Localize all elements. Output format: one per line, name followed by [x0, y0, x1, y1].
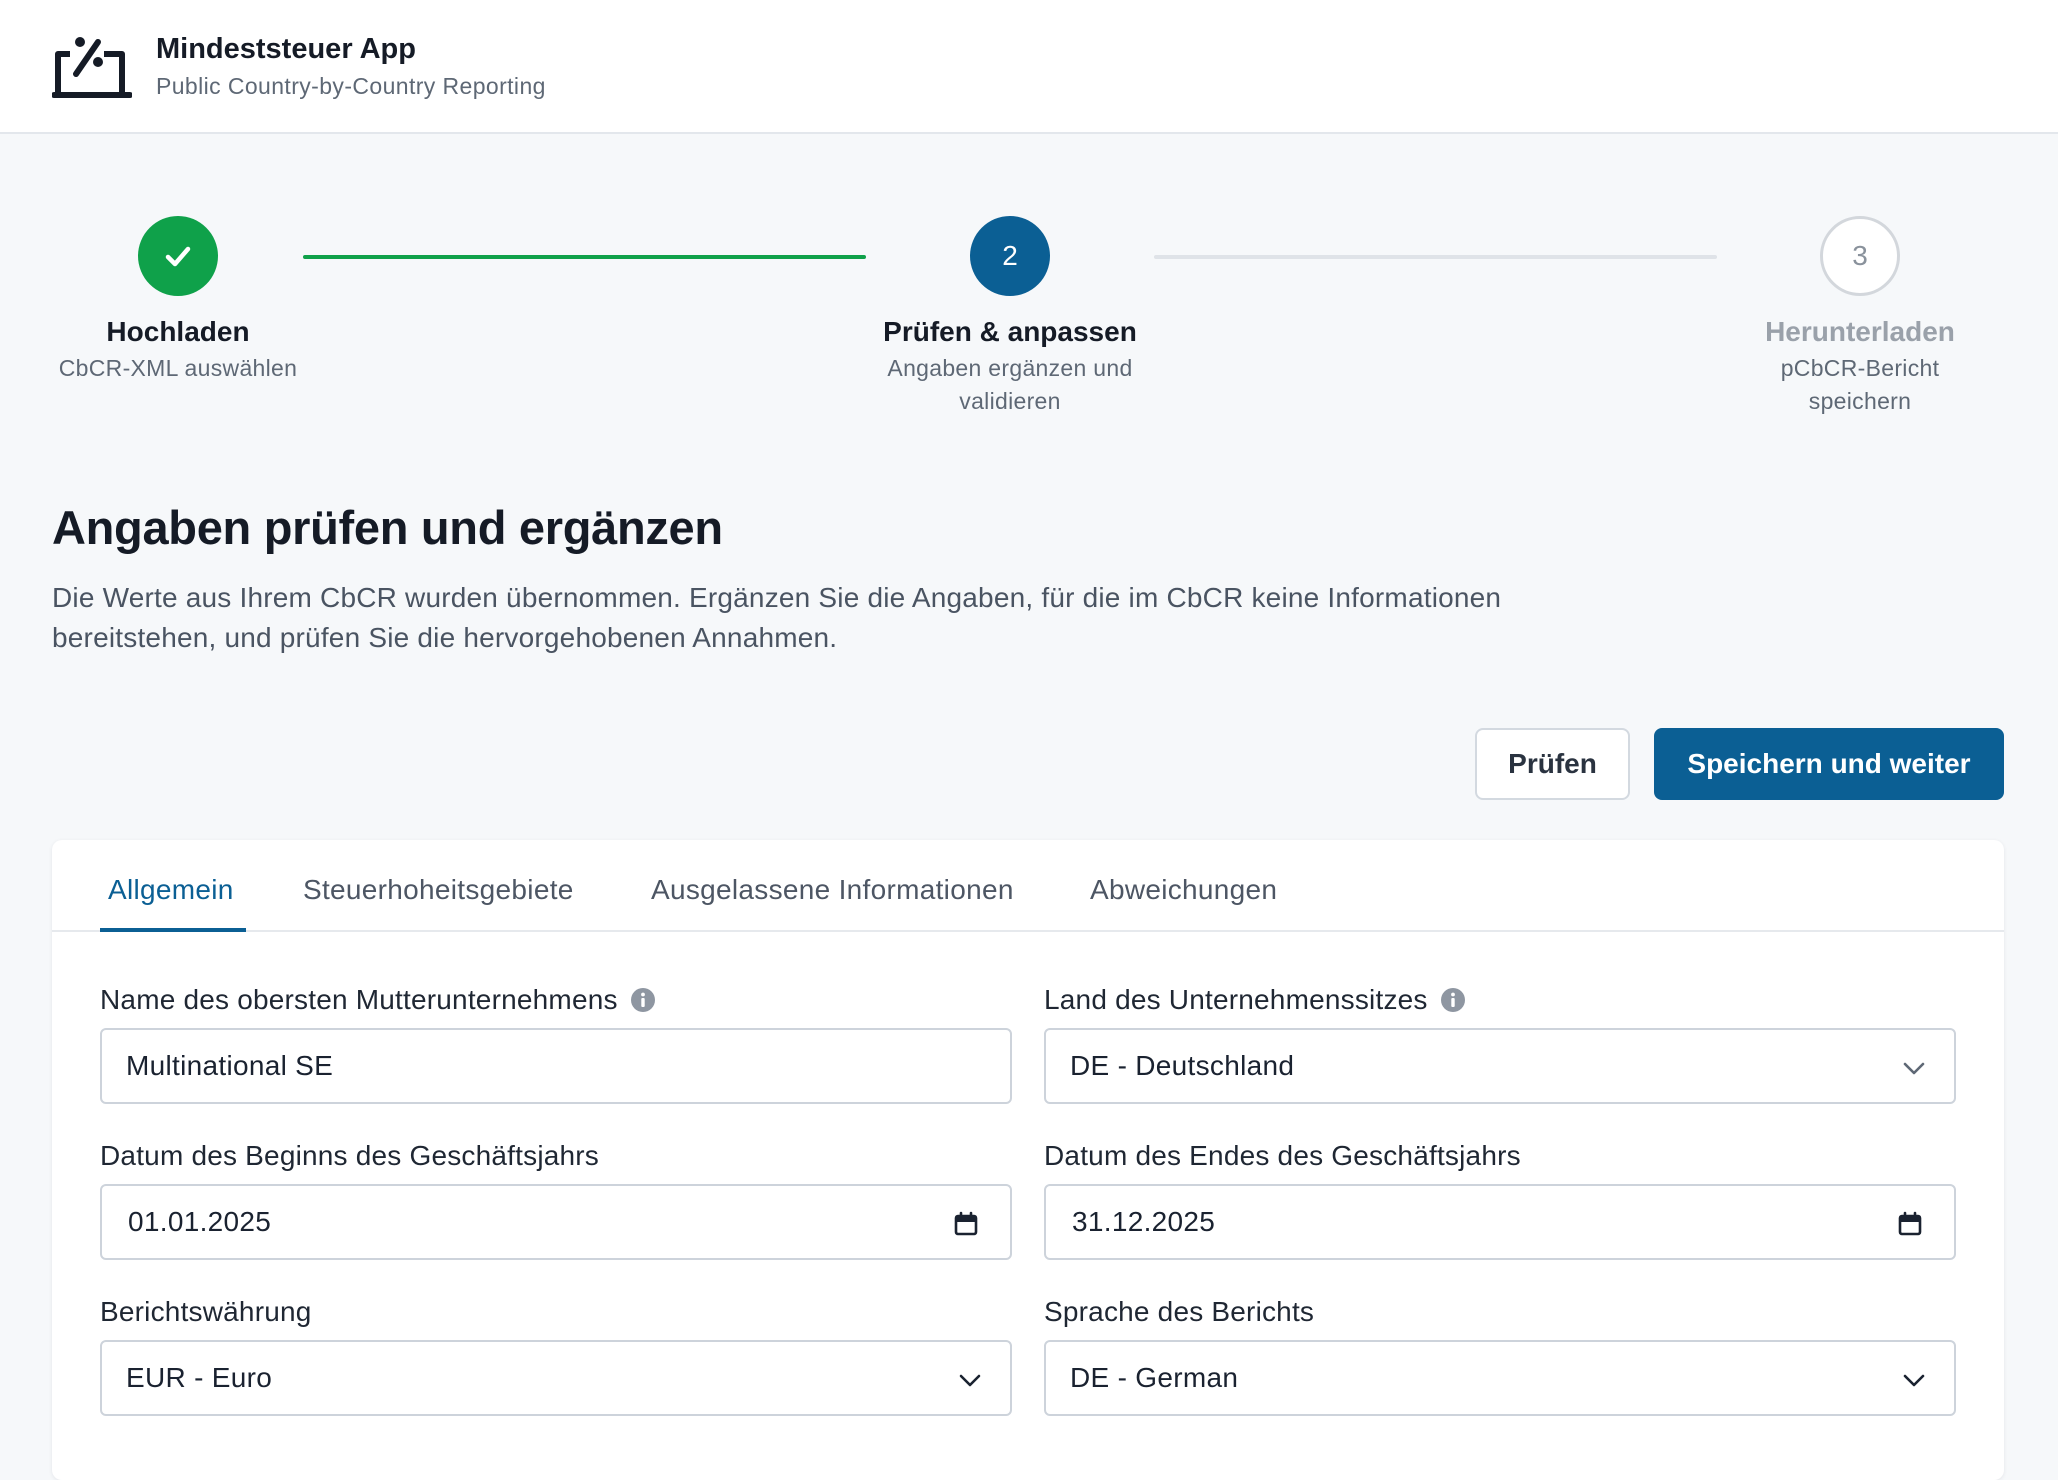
check-icon [165, 246, 191, 267]
currency-value: EUR - Euro [126, 1362, 273, 1393]
fy-end-date-input[interactable]: 31.12.2025 [1044, 1184, 1956, 1260]
step-3-circle: 3 [1820, 216, 1900, 296]
chevron-down-icon [1903, 1062, 1925, 1075]
app-header: Mindeststeuer App Public Country-by-Coun… [0, 0, 2058, 134]
tab-bar: Allgemein Steuerhoheitsgebiete Ausgelass… [52, 840, 2004, 932]
hq-country-select[interactable]: DE - Deutschland [1044, 1028, 1956, 1104]
save-and-continue-button[interactable]: Speichern und weiter [1654, 728, 2004, 800]
language-value: DE - German [1070, 1362, 1239, 1393]
fy-start-value: 01.01.2025 [128, 1206, 272, 1237]
step-1-description: CbCR-XML auswählen [58, 355, 298, 381]
parent-name-input[interactable]: Multinational SE [100, 1028, 1012, 1104]
page-intro: Die Werte aus Ihrem CbCR wurden übernomm… [52, 582, 1502, 653]
step-3-title: Herunterladen [1765, 316, 1955, 347]
step-2-description: Angaben ergänzen und validieren [887, 355, 1133, 414]
info-icon[interactable] [630, 987, 656, 1013]
step-1-circle [138, 216, 218, 296]
hq-country-value: DE - Deutschland [1070, 1050, 1295, 1081]
step-connector-1 [303, 255, 866, 259]
tab-jurisdictions[interactable]: Steuerhoheitsgebiete [303, 874, 574, 906]
parent-name-value: Multinational SE [126, 1050, 334, 1081]
language-label: Sprache des Berichts [1044, 1296, 1315, 1327]
app-title: Mindeststeuer App [156, 33, 416, 65]
currency-select[interactable]: EUR - Euro [100, 1340, 1012, 1416]
step-connector-2 [1154, 255, 1717, 259]
calendar-icon[interactable] [952, 1210, 980, 1238]
step-2-circle: 2 [970, 216, 1050, 296]
tab-deviations[interactable]: Abweichungen [1090, 874, 1277, 906]
chevron-down-icon [959, 1374, 981, 1387]
parent-name-label: Name des obersten Mutterunternehmens [100, 984, 656, 1016]
active-tab-indicator [100, 928, 246, 932]
app-subtitle: Public Country-by-Country Reporting [156, 73, 546, 99]
tab-general[interactable]: Allgemein [108, 874, 234, 906]
chevron-down-icon [1903, 1374, 1925, 1387]
step-2-title: Prüfen & anpassen [883, 316, 1137, 347]
step-3-description: pCbCR-Bericht speichern [1780, 355, 1940, 414]
step-1-title: Hochladen [106, 316, 250, 347]
currency-label: Berichtswährung [100, 1296, 312, 1327]
page-title: Angaben prüfen und ergänzen [52, 501, 723, 554]
fy-start-label: Datum des Beginns des Geschäftsjahrs [100, 1140, 600, 1171]
calendar-icon[interactable] [1896, 1210, 1924, 1238]
fy-end-value: 31.12.2025 [1072, 1206, 1216, 1237]
tab-omitted-information[interactable]: Ausgelassene Informationen [651, 874, 1014, 906]
chart-window-icon [52, 37, 132, 98]
fy-end-label: Datum des Endes des Geschäftsjahrs [1044, 1140, 1521, 1171]
hq-country-label-text: Land des Unternehmenssitzes [1044, 984, 1428, 1015]
check-button[interactable]: Prüfen [1475, 728, 1630, 800]
parent-name-label-text: Name des obersten Mutterunternehmens [100, 984, 618, 1015]
hq-country-label: Land des Unternehmenssitzes [1044, 984, 1466, 1016]
language-select[interactable]: DE - German [1044, 1340, 1956, 1416]
form-card: Allgemein Steuerhoheitsgebiete Ausgelass… [52, 840, 2004, 1480]
info-icon[interactable] [1440, 987, 1466, 1013]
fy-start-date-input[interactable]: 01.01.2025 [100, 1184, 1012, 1260]
